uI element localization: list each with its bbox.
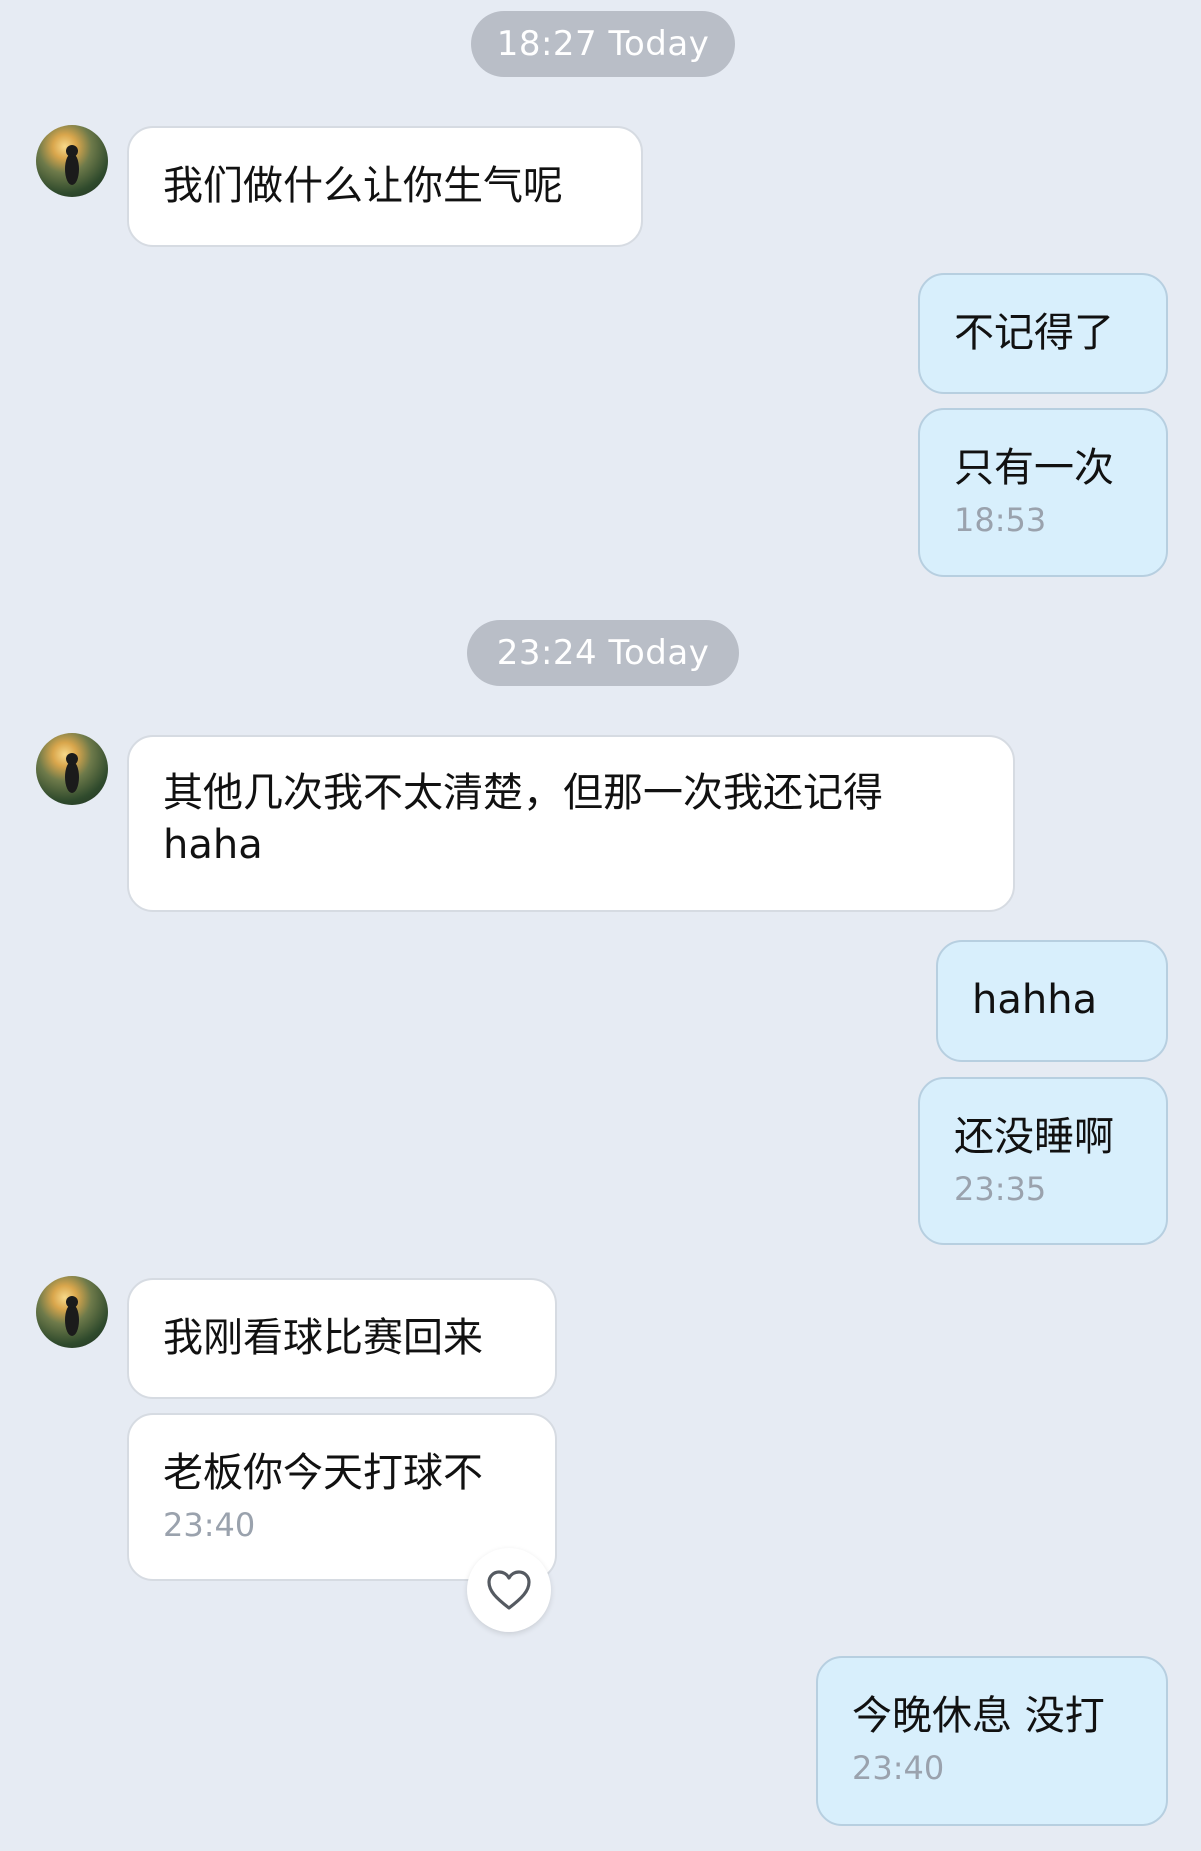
- message-text: 只有一次: [954, 445, 1114, 491]
- time-separator-label: 23:24 Today: [496, 633, 710, 673]
- message-text: 我刚看球比赛回来: [163, 1315, 483, 1361]
- message-text: 今晚休息 没打: [852, 1693, 1105, 1739]
- message-text: hahha: [972, 977, 1098, 1023]
- message-timestamp: 23:35: [954, 1170, 1047, 1208]
- message-timestamp: 18:53: [954, 501, 1047, 539]
- time-separator: 18:27 Today: [471, 11, 735, 77]
- contact-avatar[interactable]: [36, 733, 108, 805]
- incoming-message-bubble[interactable]: 其他几次我不太清楚，但那一次我还记得 haha: [127, 735, 1015, 912]
- contact-avatar[interactable]: [36, 1276, 108, 1348]
- outgoing-message-bubble[interactable]: hahha: [936, 940, 1168, 1062]
- time-separator: 23:24 Today: [467, 620, 739, 686]
- incoming-message-bubble[interactable]: 我们做什么让你生气呢: [127, 126, 643, 247]
- avatar-photo-icon: [65, 145, 79, 185]
- message-text: 其他几次我不太清楚，但那一次我还记得 haha: [163, 770, 883, 868]
- avatar-photo-icon: [65, 1296, 79, 1336]
- outgoing-message-bubble[interactable]: 今晚休息 没打 23:40: [816, 1656, 1168, 1826]
- outgoing-message-bubble[interactable]: 还没睡啊 23:35: [918, 1077, 1168, 1245]
- like-reaction-button[interactable]: [467, 1548, 551, 1632]
- message-text: 还没睡啊: [954, 1114, 1114, 1160]
- avatar-photo-icon: [65, 753, 79, 793]
- message-text: 我们做什么让你生气呢: [163, 163, 563, 209]
- message-text: 不记得了: [954, 310, 1114, 356]
- incoming-message-bubble[interactable]: 我刚看球比赛回来: [127, 1278, 557, 1399]
- message-timestamp: 23:40: [852, 1749, 945, 1787]
- time-separator-label: 18:27 Today: [496, 24, 710, 64]
- message-timestamp: 23:40: [163, 1506, 256, 1544]
- outgoing-message-bubble[interactable]: 只有一次 18:53: [918, 408, 1168, 577]
- contact-avatar[interactable]: [36, 125, 108, 197]
- heart-outline-icon: [487, 1570, 531, 1610]
- outgoing-message-bubble[interactable]: 不记得了: [918, 273, 1168, 394]
- message-text: 老板你今天打球不: [163, 1450, 483, 1496]
